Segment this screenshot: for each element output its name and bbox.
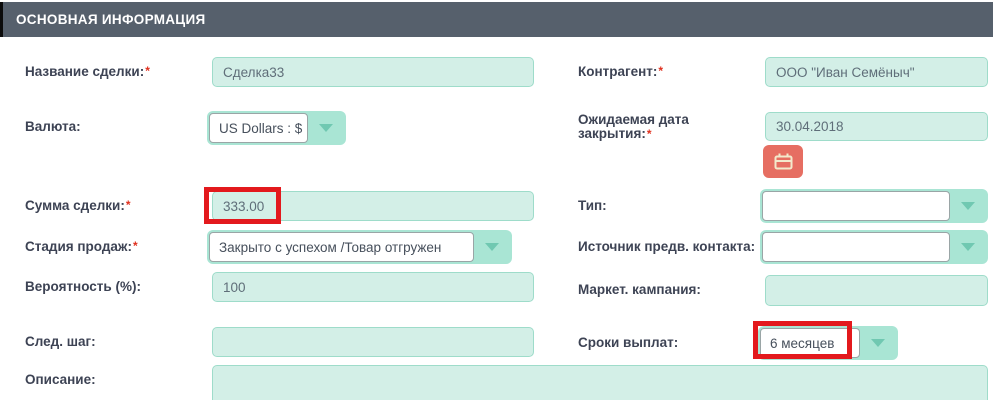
required-asterisk: * [133,239,138,253]
probability-value: 100 [223,280,246,295]
payment-terms-label-text: Сроки выплат: [578,335,678,350]
triangle-down-icon [871,339,885,347]
type-select-arrow-button[interactable] [950,191,986,221]
required-asterisk: * [145,64,150,78]
triangle-down-icon [319,124,333,132]
counterparty-label-text: Контрагент: [578,64,657,79]
probability-label-text: Вероятность (%): [25,279,141,294]
panel-header: ОСНОВНАЯ ИНФОРМАЦИЯ [3,2,993,37]
sales-stage-select-value: Закрыто с успехом /Товар отгружен [209,232,474,262]
deal-name-label-text: Название сделки: [25,64,144,79]
probability-input[interactable]: 100 [212,272,534,302]
campaign-label: Маркет. кампания: [578,282,701,297]
currency-select-value: US Dollars : $ [209,113,308,143]
amount-label: Сумма сделки:* [25,198,131,213]
calendar-button[interactable] [763,145,803,178]
payment-terms-select-arrow-button[interactable] [860,328,896,358]
triangle-down-icon [485,243,499,251]
lead-source-select-arrow-button[interactable] [950,232,986,262]
type-select-value [762,191,950,221]
lead-source-label: Источник предв. контакта: [578,239,755,254]
next-step-label-text: След. шаг: [25,334,96,349]
deal-name-value: Сделка33 [223,65,284,80]
sales-stage-label: Стадия продаж:* [25,239,138,254]
sales-stage-select[interactable]: Закрыто с успехом /Товар отгружен [207,230,512,264]
required-asterisk: * [647,127,652,141]
counterparty-value: ООО "Иван Семёныч" [776,65,915,80]
counterparty-label: Контрагент:* [578,64,663,79]
lead-source-select[interactable] [760,230,988,264]
campaign-input[interactable] [765,275,988,306]
triangle-down-icon [961,202,975,210]
required-asterisk: * [658,64,663,78]
description-label-text: Описание: [25,372,96,387]
sales-stage-value: Закрыто с успехом /Товар отгружен [219,240,441,255]
counterparty-input[interactable]: ООО "Иван Семёныч" [765,57,988,87]
type-label-text: Тип: [578,198,607,213]
highlight-box-payment-terms [753,321,852,359]
next-step-input[interactable] [212,327,534,357]
payment-terms-label: Сроки выплат: [578,335,678,350]
description-textarea[interactable] [212,365,988,400]
currency-select[interactable]: US Dollars : $ [207,111,346,145]
lead-source-select-value [762,232,950,262]
amount-label-text: Сумма сделки: [25,198,125,213]
deal-edit-form: ОСНОВНАЯ ИНФОРМАЦИЯ Название сделки:* Сд… [0,0,995,400]
calendar-icon [774,153,793,170]
currency-value: US Dollars : $ [219,121,302,136]
currency-select-arrow-button[interactable] [308,113,344,143]
sales-stage-select-arrow-button[interactable] [474,232,510,262]
campaign-label-text: Маркет. кампания: [578,282,701,297]
close-date-value: 30.04.2018 [776,119,844,134]
triangle-down-icon [961,243,975,251]
currency-label-text: Валюта: [25,119,81,134]
currency-label: Валюта: [25,119,81,134]
panel-title: ОСНОВНАЯ ИНФОРМАЦИЯ [16,12,205,27]
type-label: Тип: [578,198,607,213]
close-date-input[interactable]: 30.04.2018 [765,112,988,141]
deal-name-label: Название сделки:* [25,64,150,79]
lead-source-label-text: Источник предв. контакта: [578,239,755,254]
close-date-label: Ожидаемая дата закрытия:* [578,113,730,141]
highlight-box-amount [204,187,281,224]
deal-name-input[interactable]: Сделка33 [212,57,534,87]
type-select[interactable] [760,189,988,223]
required-asterisk: * [126,198,131,212]
sales-stage-label-text: Стадия продаж: [25,239,132,254]
next-step-label: След. шаг: [25,334,96,349]
description-label: Описание: [25,372,96,387]
close-date-label-text: Ожидаемая дата закрытия: [578,112,689,141]
probability-label: Вероятность (%): [25,279,141,294]
